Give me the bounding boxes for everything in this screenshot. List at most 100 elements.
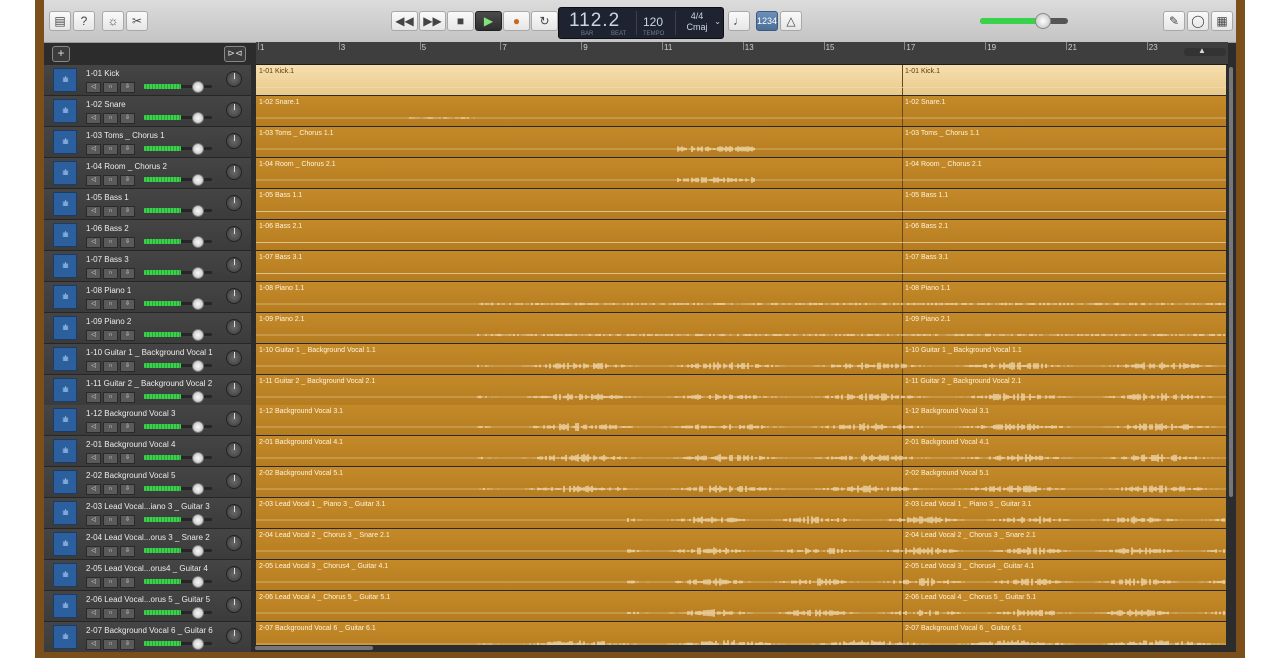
pan-knob[interactable] — [226, 628, 242, 644]
pan-knob[interactable] — [226, 504, 242, 520]
region-title[interactable]: 2-01 Background Vocal 4.1 — [905, 439, 989, 446]
region-title[interactable]: 1-08 Piano 1.1 — [259, 285, 305, 292]
track-lane[interactable]: 1-03 Toms _ Chorus 1.1 1-03 Toms _ Choru… — [256, 127, 1226, 158]
region-title[interactable]: 1-03 Toms _ Chorus 1.1 — [259, 130, 334, 137]
track-volume-slider[interactable] — [144, 329, 212, 341]
pan-knob[interactable] — [226, 164, 242, 180]
track-filter-button[interactable]: ⊳⊲ — [224, 46, 246, 62]
volume-knob[interactable] — [192, 81, 204, 93]
region-title[interactable]: 1-02 Snare.1 — [905, 99, 945, 106]
track-header[interactable]: ıılıı 1-03 Toms _ Chorus 1 ◁ ∩ ⇩ — [44, 127, 251, 158]
region-title[interactable]: 1-09 Piano 2.1 — [905, 316, 951, 323]
input-monitor-icon[interactable]: ⇩ — [120, 392, 135, 403]
play-icon[interactable]: ▶ — [475, 11, 502, 31]
mute-icon[interactable]: ◁ — [86, 113, 101, 124]
volume-knob[interactable] — [192, 267, 204, 279]
help-icon[interactable]: ? — [73, 11, 95, 31]
region-title[interactable]: 1-11 Guitar 2 _ Background Vocal 2.1 — [905, 378, 1021, 385]
track-name[interactable]: 2-03 Lead Vocal...iano 3 _ Guitar 3 — [86, 502, 210, 511]
track-lane[interactable]: 2-01 Background Vocal 4.1 2-01 Backgroun… — [256, 436, 1226, 467]
loop-browser-icon[interactable]: ◯ — [1187, 11, 1209, 31]
region-title[interactable]: 1-07 Bass 3.1 — [905, 254, 948, 261]
pan-knob[interactable] — [226, 288, 242, 304]
track-lane[interactable]: 2-04 Lead Vocal 2 _ Chorus 3 _ Snare 2.1… — [256, 529, 1226, 560]
headphones-icon[interactable]: ∩ — [103, 484, 118, 495]
region-title[interactable]: 1-04 Room _ Chorus 2.1 — [905, 161, 982, 168]
rewind-icon[interactable]: ◀◀ — [391, 11, 418, 31]
track-lane[interactable]: 1-08 Piano 1.1 1-08 Piano 1.1 — [256, 282, 1226, 313]
track-volume-slider[interactable] — [144, 514, 212, 526]
track-lane[interactable]: 1-10 Guitar 1 _ Background Vocal 1.1 1-1… — [256, 344, 1226, 375]
volume-knob[interactable] — [192, 607, 204, 619]
volume-knob[interactable] — [192, 638, 204, 650]
region-title[interactable]: 2-04 Lead Vocal 2 _ Chorus 3 _ Snare 2.1 — [905, 532, 1036, 539]
bar-ruler[interactable]: 1 3 5 7 9 11 13 15 17 19 21 23 — [256, 42, 1228, 65]
input-monitor-icon[interactable]: ⇩ — [120, 453, 135, 464]
input-monitor-icon[interactable]: ⇩ — [120, 268, 135, 279]
lcd-display[interactable]: 112.2 BAR BEAT 120 TEMPO 4/4 Cmaj ⌄ — [558, 7, 724, 39]
headphones-icon[interactable]: ∩ — [103, 577, 118, 588]
region-title[interactable]: 2-03 Lead Vocal 1 _ Piano 3 _ Guitar 3.1 — [905, 501, 1031, 508]
mute-icon[interactable]: ◁ — [86, 515, 101, 526]
track-volume-slider[interactable] — [144, 391, 212, 403]
track-header[interactable]: ıılıı 1-09 Piano 2 ◁ ∩ ⇩ — [44, 313, 251, 344]
mute-icon[interactable]: ◁ — [86, 268, 101, 279]
track-lane[interactable]: 1-12 Background Vocal 3.1 1-12 Backgroun… — [256, 405, 1226, 436]
stop-icon[interactable]: ■ — [447, 11, 474, 31]
volume-knob[interactable] — [192, 174, 204, 186]
count-in-button[interactable]: 1234 — [756, 11, 778, 31]
pan-knob[interactable] — [226, 133, 242, 149]
headphones-icon[interactable]: ∩ — [103, 422, 118, 433]
region-title[interactable]: 2-05 Lead Vocal 3 _ Chorus4 _ Guitar 4.1 — [259, 563, 388, 570]
track-name[interactable]: 1-09 Piano 2 — [86, 317, 131, 326]
region-title[interactable]: 2-07 Background Vocal 6 _ Guitar 6.1 — [905, 625, 1022, 632]
chevron-down-icon[interactable]: ⌄ — [714, 17, 721, 26]
region-title[interactable]: 1-06 Bass 2.1 — [905, 223, 948, 230]
headphones-icon[interactable]: ∩ — [103, 113, 118, 124]
region-title[interactable]: 1-09 Piano 2.1 — [259, 316, 305, 323]
track-volume-slider[interactable] — [144, 452, 212, 464]
region-title[interactable]: 1-11 Guitar 2 _ Background Vocal 2.1 — [259, 378, 375, 385]
horizontal-scrollbar[interactable] — [251, 645, 1226, 652]
pan-knob[interactable] — [226, 566, 242, 582]
track-lane[interactable]: 1-01 Kick.1 1-01 Kick.1 — [256, 65, 1226, 96]
track-name[interactable]: 1-08 Piano 1 — [86, 286, 131, 295]
headphones-icon[interactable]: ∩ — [103, 82, 118, 93]
track-header[interactable]: ıılıı 2-07 Background Vocal 6 _ Guitar 6… — [44, 622, 251, 652]
mute-icon[interactable]: ◁ — [86, 484, 101, 495]
track-header[interactable]: ıılıı 1-07 Bass 3 ◁ ∩ ⇩ — [44, 251, 251, 282]
add-track-button[interactable]: + — [52, 46, 70, 62]
track-lane[interactable]: 2-05 Lead Vocal 3 _ Chorus4 _ Guitar 4.1… — [256, 560, 1226, 591]
track-lane[interactable]: 2-03 Lead Vocal 1 _ Piano 3 _ Guitar 3.1… — [256, 498, 1226, 529]
region-title[interactable]: 2-04 Lead Vocal 2 _ Chorus 3 _ Snare 2.1 — [259, 532, 390, 539]
mute-icon[interactable]: ◁ — [86, 546, 101, 557]
headphones-icon[interactable]: ∩ — [103, 639, 118, 650]
input-monitor-icon[interactable]: ⇩ — [120, 608, 135, 619]
track-volume-slider[interactable] — [144, 545, 212, 557]
volume-knob[interactable] — [192, 236, 204, 248]
pan-knob[interactable] — [226, 381, 242, 397]
region-title[interactable]: 1-08 Piano 1.1 — [905, 285, 951, 292]
track-volume-slider[interactable] — [144, 267, 212, 279]
region-title[interactable]: 2-02 Background Vocal 5.1 — [259, 470, 343, 477]
volume-knob[interactable] — [192, 545, 204, 557]
mute-icon[interactable]: ◁ — [86, 577, 101, 588]
track-volume-slider[interactable] — [144, 421, 212, 433]
region-title[interactable]: 1-01 Kick.1 — [905, 68, 940, 75]
track-lane[interactable]: 1-02 Snare.1 1-02 Snare.1 — [256, 96, 1226, 127]
input-monitor-icon[interactable]: ⇩ — [120, 144, 135, 155]
track-volume-slider[interactable] — [144, 112, 212, 124]
region-title[interactable]: 2-07 Background Vocal 6 _ Guitar 6.1 — [259, 625, 376, 632]
record-icon[interactable]: ● — [503, 11, 530, 31]
pan-knob[interactable] — [226, 535, 242, 551]
input-monitor-icon[interactable]: ⇩ — [120, 175, 135, 186]
mute-icon[interactable]: ◁ — [86, 237, 101, 248]
volume-knob[interactable] — [192, 143, 204, 155]
region-title[interactable]: 1-05 Bass 1.1 — [259, 192, 302, 199]
fast-forward-icon[interactable]: ▶▶ — [419, 11, 446, 31]
vertical-scroll-thumb[interactable] — [1229, 67, 1233, 497]
track-header[interactable]: ıılıı 2-06 Lead Vocal...orus 5 _ Guitar … — [44, 591, 251, 622]
mute-icon[interactable]: ◁ — [86, 639, 101, 650]
pan-knob[interactable] — [226, 411, 242, 427]
track-header[interactable]: ıılıı 2-05 Lead Vocal...orus4 _ Guitar 4… — [44, 560, 251, 591]
